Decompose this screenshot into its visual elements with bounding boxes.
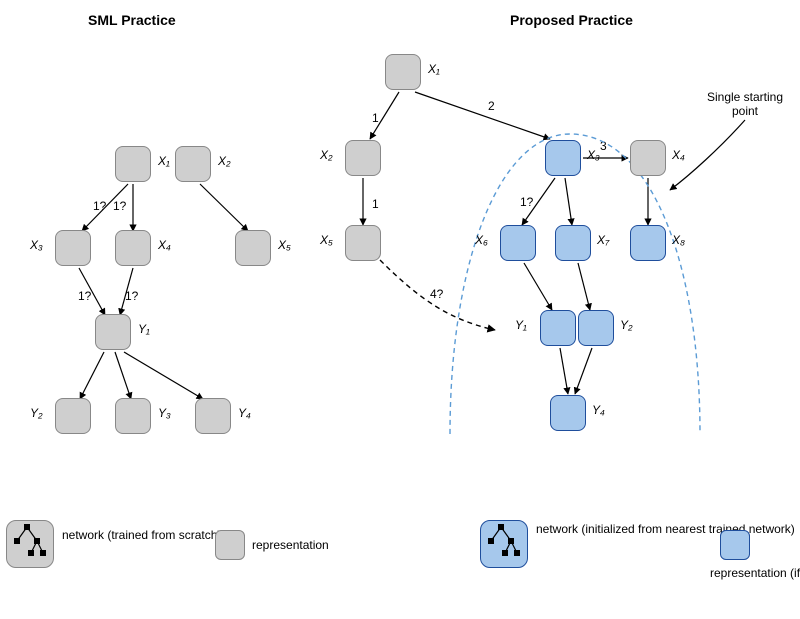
legend-left-repr-text: representation xyxy=(252,538,329,552)
right-x8-label: X₈ xyxy=(672,233,685,247)
svg-text:2: 2 xyxy=(488,99,495,113)
right-node-x8 xyxy=(630,225,666,261)
svg-text:1?: 1? xyxy=(125,289,139,303)
legend-right-network-icon xyxy=(480,520,528,568)
svg-text:1: 1 xyxy=(372,197,379,211)
right-node-y2b xyxy=(578,310,614,346)
left-node-y3 xyxy=(115,398,151,434)
left-x5-label: X₅ xyxy=(278,238,291,252)
svg-text:1?: 1? xyxy=(113,199,127,213)
legend-left-repr-icon xyxy=(215,530,245,560)
right-node-x3 xyxy=(545,140,581,176)
right-node-x4 xyxy=(630,140,666,176)
right-node-x1 xyxy=(385,54,421,90)
right-title: Proposed Practice xyxy=(510,12,633,28)
right-node-x6 xyxy=(500,225,536,261)
left-x1-label: X₁ xyxy=(158,154,170,168)
left-node-y1 xyxy=(95,314,131,350)
left-y3-label: Y₃ xyxy=(158,406,171,420)
right-x6-label: X₆ xyxy=(475,233,488,247)
legend-right-network-text: network (initialized from nearest traine… xyxy=(536,522,726,536)
right-node-x2 xyxy=(345,140,381,176)
tree-icon xyxy=(481,521,521,561)
tree-icon xyxy=(7,521,47,561)
legend-left-network-text: network (trained from scratch) xyxy=(62,528,212,542)
left-x4-label: X₄ xyxy=(158,238,171,252)
right-x1-label: X₁ xyxy=(428,62,440,76)
svg-text:1: 1 xyxy=(372,111,379,125)
legend-left-network-icon xyxy=(6,520,54,568)
right-x4-label: X₄ xyxy=(672,148,685,162)
right-node-x5 xyxy=(345,225,381,261)
left-title: SML Practice xyxy=(88,12,176,28)
svg-text:1?: 1? xyxy=(78,289,92,303)
svg-text:1?: 1? xyxy=(93,199,107,213)
svg-text:4?: 4? xyxy=(430,287,444,301)
svg-text:1?: 1? xyxy=(520,195,534,209)
legend-right-repr-icon xyxy=(720,530,750,560)
right-x5-label: X₅ xyxy=(320,233,333,247)
left-node-x1 xyxy=(115,146,151,182)
right-y2-label: Y₂ xyxy=(620,318,633,332)
left-node-x5 xyxy=(235,230,271,266)
left-node-x2 xyxy=(175,146,211,182)
right-x2-label: X₂ xyxy=(320,148,333,162)
right-node-y2a xyxy=(540,310,576,346)
right-y4-label: Y₄ xyxy=(592,403,605,417)
cluster-caption: Single starting point xyxy=(700,90,790,118)
right-node-x7 xyxy=(555,225,591,261)
right-node-y4 xyxy=(550,395,586,431)
right-x7-label: X₇ xyxy=(597,233,609,247)
left-x3-label: X₃ xyxy=(30,238,43,252)
legend-right-repr-text: representation (if frozen) xyxy=(710,566,800,580)
left-y2-label: Y₂ xyxy=(30,406,43,420)
left-node-x3 xyxy=(55,230,91,266)
right-y1-label: Y₁ xyxy=(515,318,527,332)
left-node-y4 xyxy=(195,398,231,434)
right-x3-label: X₃ xyxy=(587,148,600,162)
left-y4-label: Y₄ xyxy=(238,406,251,420)
left-y1-label: Y₁ xyxy=(138,322,150,336)
left-x2-label: X₂ xyxy=(218,154,231,168)
left-node-x4 xyxy=(115,230,151,266)
left-node-y2 xyxy=(55,398,91,434)
diagram-root: { "left": { "title": "SML Practice", "no… xyxy=(0,0,800,619)
